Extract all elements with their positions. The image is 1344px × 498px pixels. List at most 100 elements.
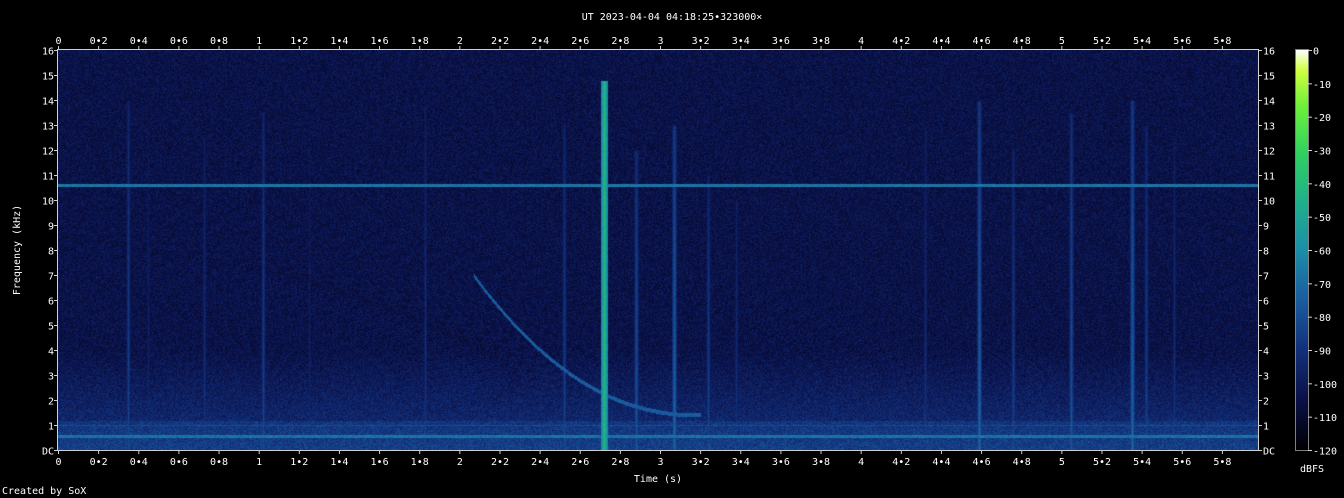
x-tick-label-top: 3•6	[772, 36, 790, 47]
x-tick-label-top: 5•6	[1173, 36, 1191, 47]
y-tick-label-right: 9	[1263, 222, 1269, 233]
x-tick-label: 1•2	[290, 457, 308, 468]
x-tick-label: 1•6	[371, 457, 389, 468]
x-tick-label: 4•4	[932, 457, 950, 468]
x-tick-label-top: 3	[657, 36, 663, 47]
x-tick-label: 1•4	[330, 457, 348, 468]
x-tick-label-top: 1•4	[330, 36, 348, 47]
y-tick-label: 8	[48, 247, 54, 258]
y-axis-label: Frequency (kHz)	[12, 205, 23, 295]
x-tick-label-top: 1•6	[371, 36, 389, 47]
colorbar-tick-label: -120	[1313, 447, 1337, 458]
x-axis-bottom: 0 0•2 0•4 0•6 0•8 1 1•2 1•4 1•6 1•8 2 2•2 2•4 2•6 2•8 3…	[55, 450, 1231, 468]
x-tick-label: 4	[858, 457, 864, 468]
y-tick-label-right: 14	[1263, 97, 1275, 108]
x-tick-label: 4•8	[1013, 457, 1031, 468]
colorbar-tick-label: -30	[1313, 147, 1331, 158]
colorbar-tick-label: -100	[1313, 380, 1337, 391]
x-tick-label: 5	[1059, 457, 1065, 468]
x-tick-label-top: 0•8	[210, 36, 228, 47]
x-tick-label-top: 2•6	[571, 36, 589, 47]
x-tick-label-top: 2	[457, 36, 463, 47]
y-tick-label-right: 13	[1263, 122, 1275, 133]
x-tick-label: 5•6	[1173, 457, 1191, 468]
spectrogram-image	[58, 50, 1258, 450]
chart-title: UT 2023-04-04 04:18:25•323000×	[582, 12, 763, 23]
y-tick-label-right: 8	[1263, 247, 1269, 258]
y-tick-label: 2	[48, 397, 54, 408]
x-tick-label: 2•2	[491, 457, 509, 468]
y-tick-label-right: 11	[1263, 172, 1275, 183]
y-axis-right: DC12345678910111213141516	[1258, 47, 1275, 458]
y-tick-label: 15	[42, 72, 54, 83]
x-tick-label: 2	[457, 457, 463, 468]
y-tick-label: 6	[48, 297, 54, 308]
x-tick-label-top: 2•8	[611, 36, 629, 47]
y-tick-label-right: 15	[1263, 72, 1275, 83]
y-tick-label: DC	[42, 447, 54, 458]
x-tick-label: 3•8	[812, 457, 830, 468]
x-tick-label: 0•2	[90, 457, 108, 468]
x-axis-label: Time (s)	[634, 474, 682, 485]
x-tick-label-top: 5•4	[1133, 36, 1151, 47]
y-tick-label-right: 6	[1263, 297, 1269, 308]
x-tick-label-top: 0•6	[170, 36, 188, 47]
x-tick-label: 4•2	[892, 457, 910, 468]
x-tick-label-top: 4	[858, 36, 864, 47]
x-tick-label: 2•4	[531, 457, 549, 468]
x-tick-label-top: 1	[256, 36, 262, 47]
y-tick-label-right: 3	[1263, 372, 1269, 383]
y-tick-label: 10	[42, 197, 54, 208]
y-tick-label: 9	[48, 222, 54, 233]
x-tick-label: 2•8	[611, 457, 629, 468]
x-tick-label: 4•6	[973, 457, 991, 468]
x-tick-label-top: 0	[55, 36, 61, 47]
x-tick-label: 0•6	[170, 457, 188, 468]
x-tick-label-top: 4•6	[973, 36, 991, 47]
x-tick-label: 1	[256, 457, 262, 468]
x-tick-label-top: 2•2	[491, 36, 509, 47]
x-tick-label: 3•2	[692, 457, 710, 468]
colorbar-tick-label: -60	[1313, 247, 1331, 258]
y-tick-label-right: 2	[1263, 397, 1269, 408]
y-tick-label: 4	[48, 347, 54, 358]
y-tick-label-right: 7	[1263, 272, 1269, 283]
colorbar-ticks: 0 -10 -20 -30 -40 -50 -60 -70 -80 -90 -100 -110 -120	[1308, 47, 1337, 458]
x-axis-top: 0 0•2 0•4 0•6 0•8 1 1•2 1•4 1•6 1•8 2 2•2 2•4 2•6 2•8 3…	[55, 36, 1231, 50]
y-tick-label-right: 5	[1263, 322, 1269, 333]
colorbar-tick-label: 0	[1313, 47, 1319, 58]
plot-area	[57, 49, 1259, 451]
x-tick-label-top: 4•4	[932, 36, 950, 47]
x-tick-label: 2•6	[571, 457, 589, 468]
colorbar-tick-label: -40	[1313, 180, 1331, 191]
x-tick-label: 0•4	[130, 457, 148, 468]
x-tick-label-top: 4•2	[892, 36, 910, 47]
x-tick-label-top: 1•8	[411, 36, 429, 47]
x-tick-label-top: 0•4	[130, 36, 148, 47]
x-tick-label-top: 0•2	[90, 36, 108, 47]
y-tick-label: 13	[42, 122, 54, 133]
credit-text: Created by SoX	[2, 486, 86, 497]
x-tick-label: 5•8	[1213, 457, 1231, 468]
x-tick-label-top: 3•2	[692, 36, 710, 47]
y-tick-label: 16	[42, 47, 54, 58]
y-tick-label: 3	[48, 372, 54, 383]
y-tick-label-right: 16	[1263, 47, 1275, 58]
y-tick-label-right: 1	[1263, 422, 1269, 433]
x-tick-label: 0•8	[210, 457, 228, 468]
x-tick-label: 1•8	[411, 457, 429, 468]
x-tick-label-top: 4•8	[1013, 36, 1031, 47]
x-tick-label: 3	[657, 457, 663, 468]
spectrogram-figure: UT 2023-04-04 04:18:25•323000× 0 0•2 0•4 0•…	[2, 12, 1337, 497]
colorbar-tick-label: -50	[1313, 213, 1331, 224]
x-tick-label: 3•4	[732, 457, 750, 468]
x-tick-label-top: 1•2	[290, 36, 308, 47]
y-tick-label: 12	[42, 147, 54, 158]
colorbar: 0 -10 -20 -30 -40 -50 -60 -70 -80 -90 -100 -110 -120…	[1295, 47, 1337, 475]
y-tick-label: 5	[48, 322, 54, 333]
x-tick-label: 5•2	[1093, 457, 1111, 468]
x-tick-label-top: 3•4	[732, 36, 750, 47]
y-tick-label: 7	[48, 272, 54, 283]
x-tick-label: 3•6	[772, 457, 790, 468]
colorbar-tick-label: -70	[1313, 280, 1331, 291]
